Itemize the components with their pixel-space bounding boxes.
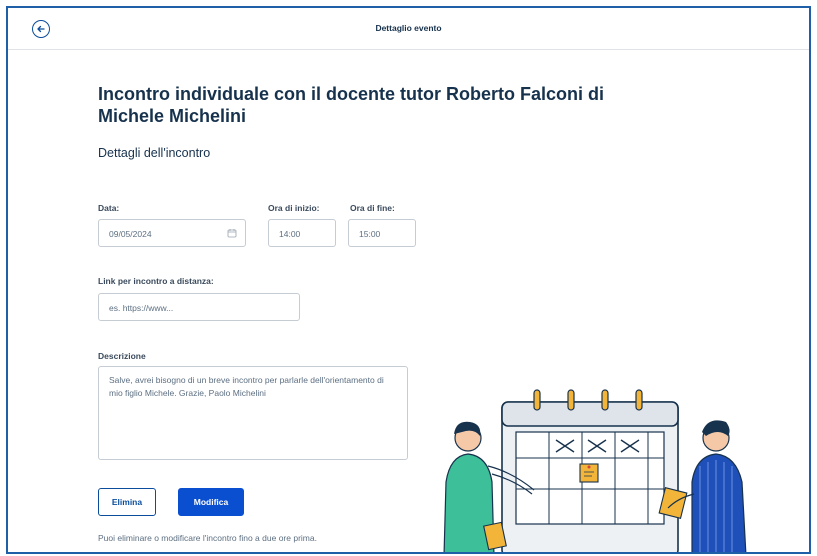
end-time-field[interactable]: 15:00 xyxy=(348,219,416,247)
description-label: Descrizione xyxy=(98,351,146,361)
calendar-illustration xyxy=(443,389,747,552)
link-placeholder: es. https://www... xyxy=(109,303,174,313)
calendar-icon xyxy=(227,229,237,238)
start-time-field[interactable]: 14:00 xyxy=(268,219,336,247)
description-textarea[interactable]: Salve, avrei bisogno di un breve incontr… xyxy=(98,366,408,460)
date-value: 09/05/2024 xyxy=(109,229,152,239)
app-window: Dettaglio evento Incontro individuale co… xyxy=(6,6,811,554)
end-time-label: Ora di fine: xyxy=(350,203,395,213)
edit-button[interactable]: Modifica xyxy=(178,488,244,516)
page-header-title: Dettaglio evento xyxy=(375,23,442,33)
end-time-value: 15:00 xyxy=(359,229,381,239)
event-title: Incontro individuale con il docente tuto… xyxy=(98,84,605,126)
section-title: Dettagli dell'incontro xyxy=(98,146,211,160)
date-label: Data: xyxy=(98,203,120,213)
start-time-value: 14:00 xyxy=(279,229,301,239)
top-bar: Dettaglio evento xyxy=(8,8,809,50)
start-time-label: Ora di inizio: xyxy=(268,203,320,213)
description-value: Salve, avrei bisogno di un breve incontr… xyxy=(109,375,384,398)
link-label: Link per incontro a distanza: xyxy=(98,276,214,286)
date-field[interactable]: 09/05/2024 xyxy=(98,219,246,247)
delete-button[interactable]: Elimina xyxy=(98,488,156,516)
link-input[interactable]: es. https://www... xyxy=(98,293,300,321)
edit-note: Puoi eliminare o modificare l'incontro f… xyxy=(98,533,317,543)
